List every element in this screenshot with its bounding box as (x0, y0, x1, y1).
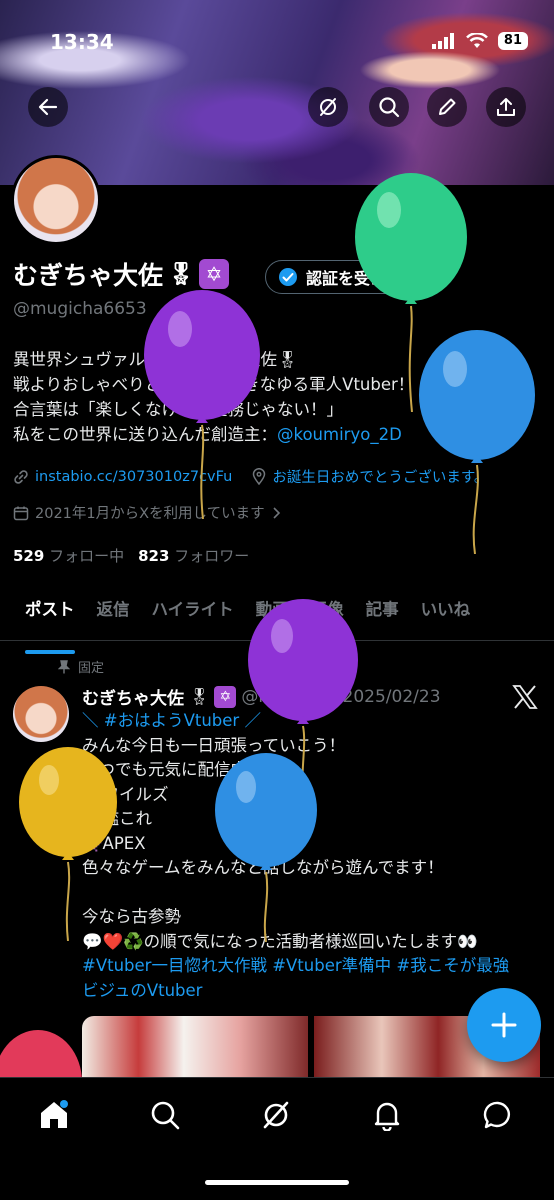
chevron-right-icon (273, 506, 280, 519)
creator-mention-link[interactable]: @koumiryo_2D (277, 425, 402, 444)
star-of-david-badge: ✡ (214, 685, 237, 708)
following-label: フォロー中 (49, 547, 125, 565)
tab-likes[interactable]: いいね (410, 590, 482, 640)
search-button[interactable] (369, 87, 409, 127)
pinned-indicator: 固定 (58, 657, 104, 676)
tab-highlights[interactable]: ハイライト (141, 590, 245, 640)
nav-notifications[interactable] (367, 1095, 407, 1135)
compose-post-button[interactable] (467, 988, 541, 1062)
followers-count: 823 (138, 547, 170, 565)
tab-posts[interactable]: ポスト (14, 590, 86, 654)
share-button[interactable] (486, 87, 526, 127)
following-count: 529 (13, 547, 45, 565)
wifi-icon (466, 33, 488, 48)
nav-home[interactable] (34, 1095, 74, 1135)
status-time: 13:34 (50, 30, 114, 54)
back-button[interactable] (28, 87, 68, 127)
followers-stat[interactable]: 823 フォロワー (138, 545, 249, 566)
balloon-blue (419, 330, 535, 554)
edit-button[interactable] (427, 87, 467, 127)
pin-icon (58, 659, 70, 673)
search-icon (151, 1101, 180, 1130)
follow-stats: 529 フォロー中 823 フォロワー (13, 545, 249, 566)
home-icon (41, 1100, 68, 1128)
cellular-signal-icon (431, 33, 454, 49)
bell-icon (374, 1102, 400, 1131)
grok-icon (263, 1101, 289, 1129)
followers-label: フォロワー (174, 547, 250, 565)
home-indicator (205, 1180, 349, 1185)
pencil-icon (439, 98, 456, 115)
post-hashtags[interactable]: #Vtuber一目惚れ大作戦 #Vtuber準備中 #我こそが最強 (82, 954, 542, 979)
star-of-david-badge: ✡ (198, 259, 229, 289)
nav-messages[interactable] (478, 1095, 518, 1135)
x-logo-icon[interactable] (512, 685, 538, 709)
calendar-icon (13, 506, 29, 520)
link-icon (14, 469, 28, 484)
profile-name: むぎちゃ大佐 (13, 261, 164, 290)
profile-handle: @mugicha6653 (13, 299, 147, 319)
medal-badge: 🎖 (167, 261, 195, 287)
medal-badge: 🎖 (189, 687, 210, 706)
post-author-name[interactable]: むぎちゃ大佐 (82, 684, 184, 709)
profile-name-row: むぎちゃ大佐 🎖 ✡ (13, 256, 229, 292)
search-icon (379, 97, 400, 118)
status-icons: 81 (431, 32, 528, 50)
post-image[interactable] (82, 1016, 308, 1078)
following-stat[interactable]: 529 フォロー中 (13, 545, 124, 566)
balloon-blue (215, 753, 317, 942)
balloon-purple (144, 290, 260, 519)
share-icon (497, 98, 515, 116)
pinned-label: 固定 (78, 661, 105, 676)
tab-replies[interactable]: 返信 (86, 590, 141, 640)
arrow-left-icon (38, 98, 58, 116)
balloon-yellow (19, 747, 117, 941)
post-avatar[interactable] (13, 686, 69, 742)
plus-icon (491, 1012, 517, 1038)
post-hashtags[interactable]: ビジュのVtuber (82, 979, 542, 1004)
grok-icon (320, 98, 336, 116)
balloon-red (0, 1030, 82, 1078)
chat-bubble-icon (483, 1101, 511, 1129)
grok-button[interactable] (308, 87, 348, 127)
nav-grok[interactable] (256, 1095, 296, 1135)
profile-banner (0, 0, 554, 185)
profile-avatar[interactable] (11, 155, 101, 245)
nav-search[interactable] (145, 1095, 185, 1135)
tab-articles[interactable]: 記事 (355, 590, 410, 640)
battery-indicator: 81 (497, 32, 528, 50)
verified-badge-icon (279, 268, 297, 286)
